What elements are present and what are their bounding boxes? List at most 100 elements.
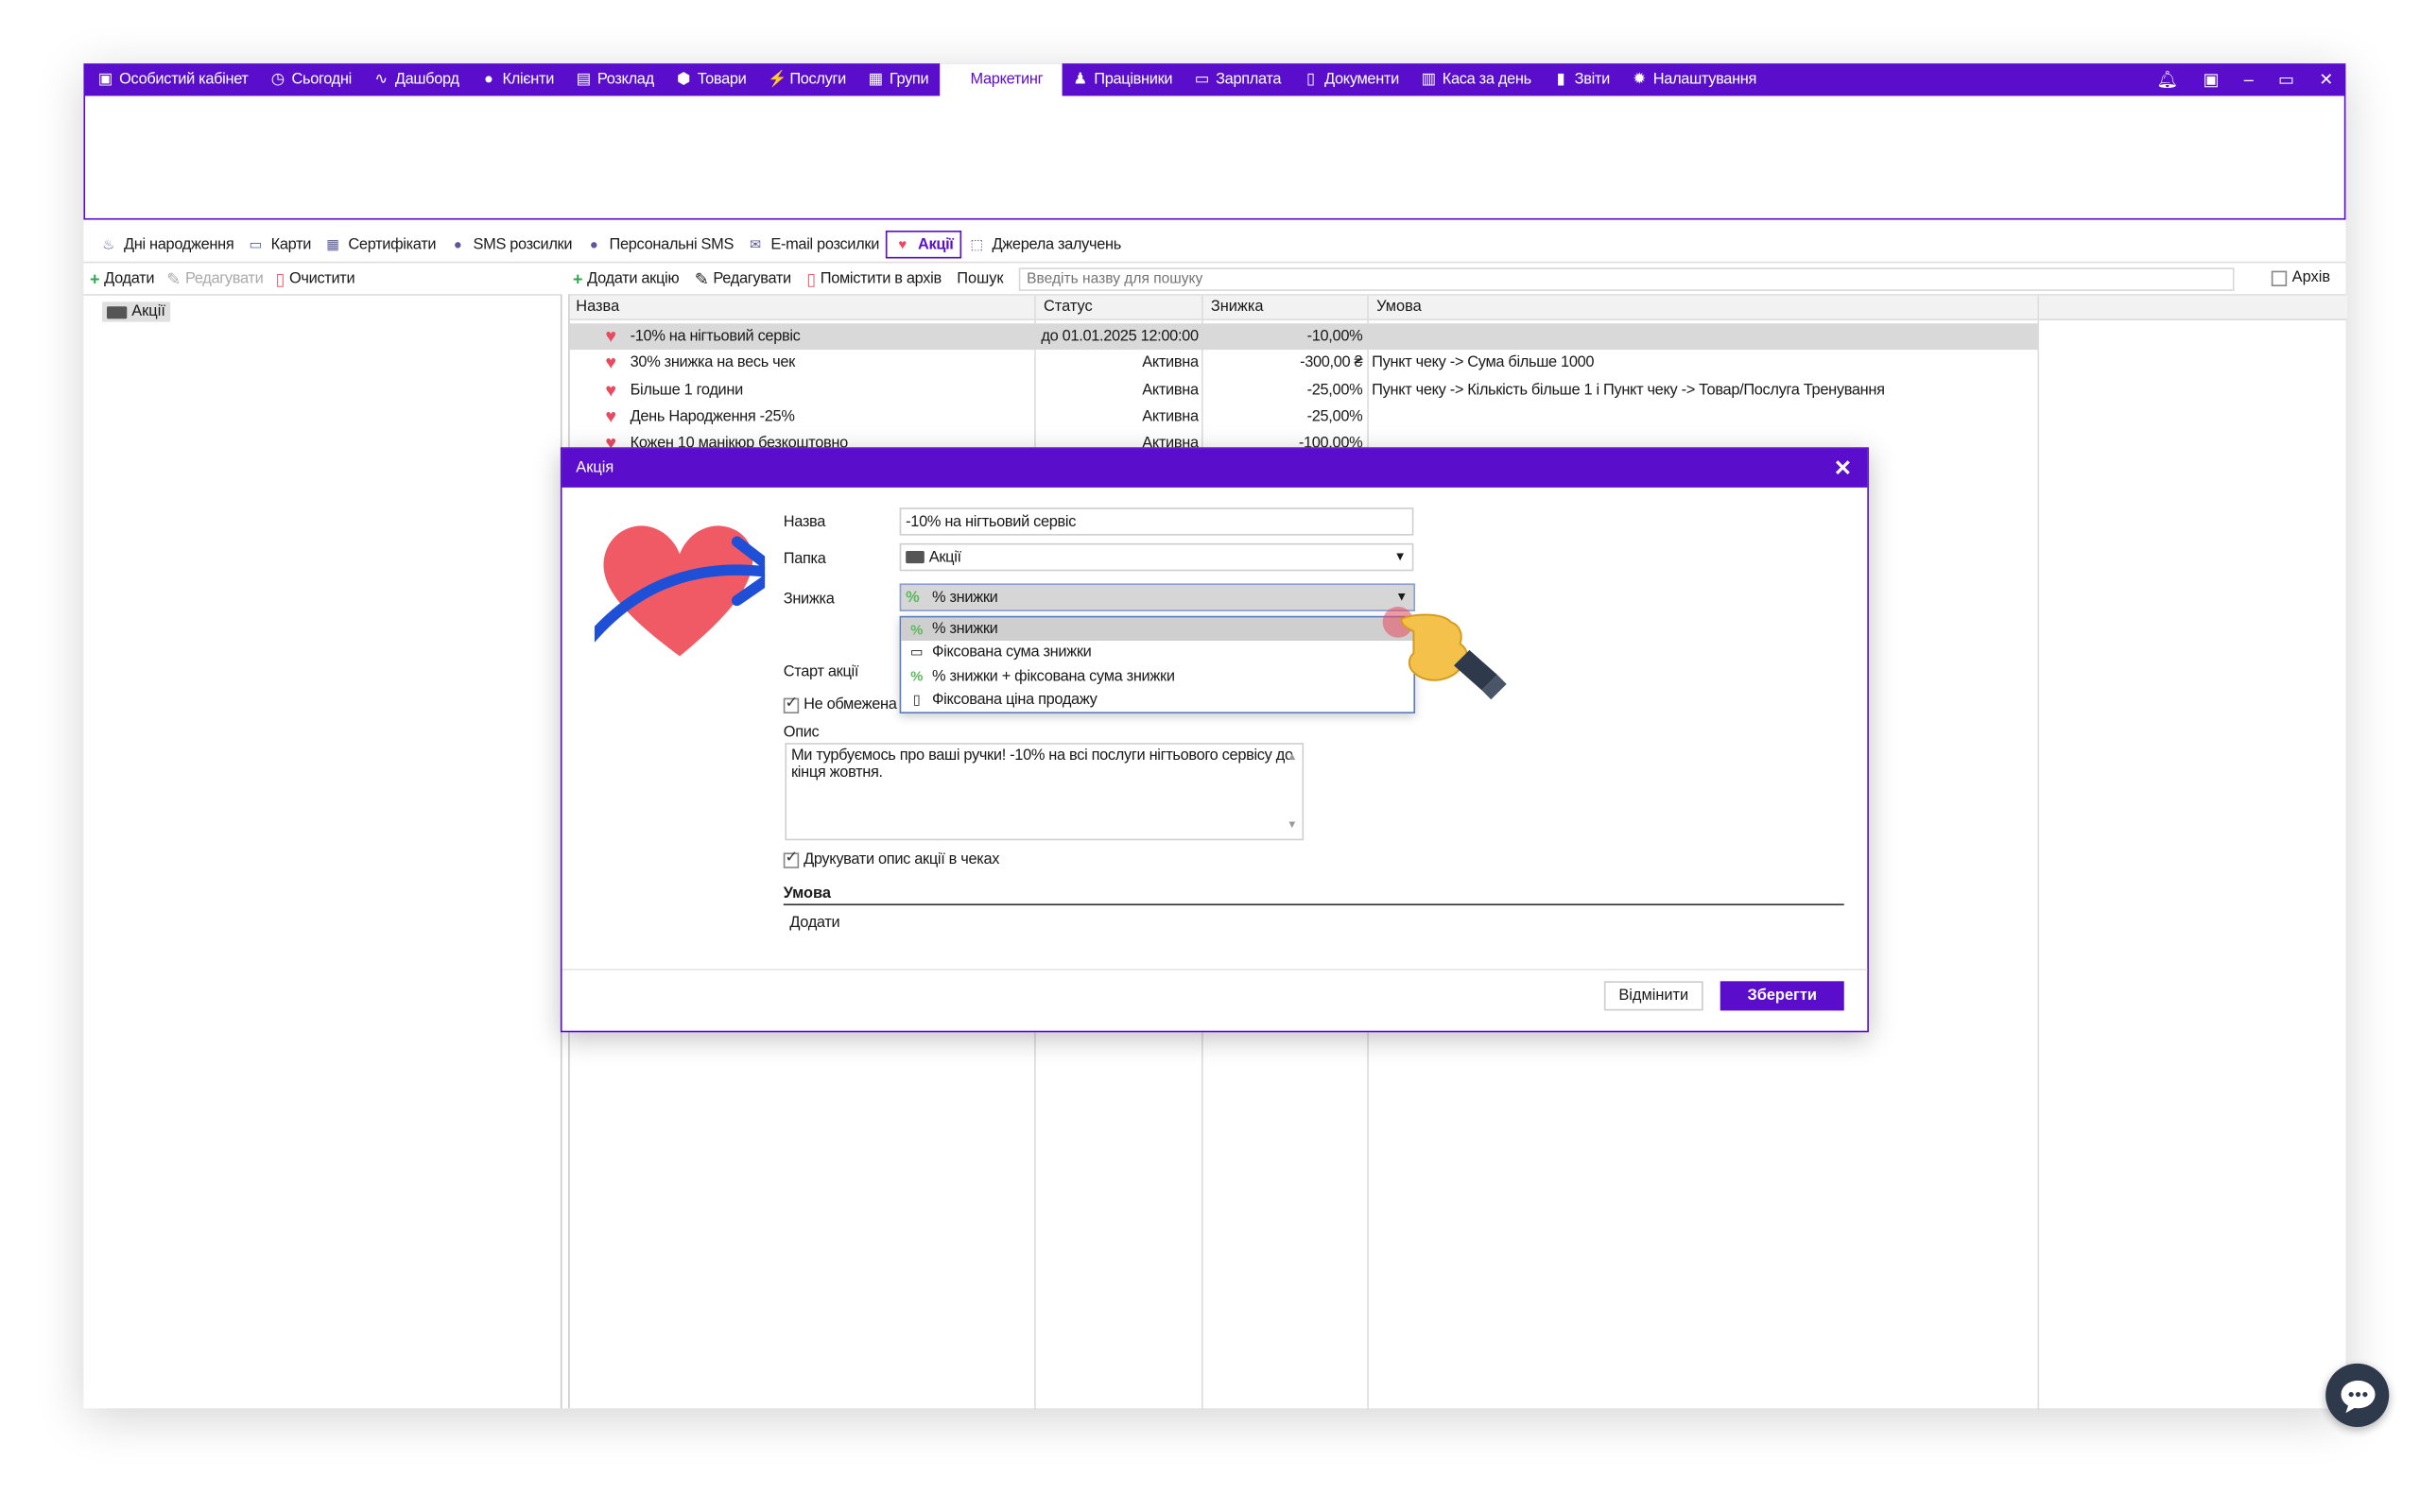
save-button[interactable]: Зберегти — [1720, 981, 1844, 1011]
dialog-close-icon[interactable]: ✕ — [1834, 455, 1852, 481]
table-row[interactable]: ♥ 30% знижка на весь чек Активна -300,00 ₴ П… — [570, 351, 2038, 377]
tab-7[interactable]: ⬚ Джерела залучень — [961, 231, 1128, 258]
chat-icon: ● — [453, 236, 462, 252]
print-description-checkbox[interactable]: Друкувати опис акції в чеках — [783, 849, 999, 868]
name-field[interactable]: -10% на нігтьовий сервіс — [899, 507, 1414, 536]
clear-button[interactable]: ▯ Очистити — [275, 271, 354, 288]
folder-label: Папка — [783, 551, 826, 569]
checkbox[interactable] — [783, 695, 800, 713]
checkbox[interactable] — [2272, 269, 2288, 286]
nav-item-10[interactable]: ▭ Зарплата — [1184, 63, 1292, 95]
nav-item-5[interactable]: ⬢ Товари — [665, 63, 757, 95]
nav-item-14[interactable]: ✹ Налаштування — [1620, 63, 1767, 95]
discount-label: Знижка — [783, 591, 835, 609]
dialog-title: Акція — [562, 448, 1868, 488]
chat-icon — [2340, 1380, 2375, 1413]
nav-item-9[interactable]: ♟ Працівники — [1062, 63, 1184, 95]
add-promo-button[interactable]: + Додати акцію — [573, 269, 680, 289]
discount-option[interactable]: ▯ Фіксована ціна продажу — [901, 689, 1413, 713]
column-name-header[interactable]: Назва — [576, 299, 619, 316]
table-row[interactable]: ♥ День Народження -25% Активна -25,00% — [570, 404, 2038, 430]
calculator-icon: ▥ — [1421, 70, 1436, 88]
card-icon: ▭ — [249, 236, 263, 252]
edit-promo-button[interactable]: ✎ Редагувати — [695, 271, 791, 288]
edit-folder-button[interactable]: ✎ Редагувати — [166, 271, 263, 288]
table-row[interactable]: ♥ Більше 1 години Активна -25,00% Пункт чеку… — [570, 377, 2038, 404]
cancel-button[interactable]: Відмінити — [1603, 981, 1703, 1011]
plus-icon: + — [573, 269, 583, 289]
archive-promo-button[interactable]: ▯ Помістити в архів — [806, 271, 942, 288]
discount-type-dropdown: %% знижки ▭ Фіксована сума знижки%% знижки… — [899, 615, 1416, 713]
nav-item-8[interactable]: Маркетинг — [939, 63, 1062, 96]
nav-item-0[interactable]: ▣ Особистий кабінет — [87, 63, 259, 95]
gear-icon: ✹ — [1633, 70, 1646, 88]
scrollbar[interactable]: ▲ ▼ — [1284, 746, 1301, 837]
folder-select[interactable]: Акції ▼ — [899, 542, 1414, 572]
nav-item-3[interactable]: ● Клієнти — [470, 63, 564, 95]
box-icon: ⬢ — [676, 70, 690, 88]
lock-icon[interactable]: ▣ — [2203, 70, 2219, 90]
nav-item-2[interactable]: ∿ Дашборд — [362, 63, 470, 95]
nav-item-11[interactable]: ▯ Документи — [1292, 63, 1410, 95]
tab-6[interactable]: ♥ Акції — [885, 231, 961, 259]
percent-icon: % — [910, 621, 924, 637]
chevron-down-icon: ▼ — [1393, 549, 1407, 564]
chat-widget-button[interactable] — [2325, 1363, 2390, 1427]
condition-section-title: Умова — [783, 885, 1844, 906]
checkbox[interactable] — [783, 849, 800, 868]
certificate-icon: ▦ — [326, 236, 339, 252]
discount-option[interactable]: %% знижки + фіксована сума знижки — [901, 665, 1413, 689]
nav-item-12[interactable]: ▥ Каса за день — [1409, 63, 1542, 95]
table-row[interactable]: ♥ -10% на нігтьовий сервіс до 01.01.2025 1… — [569, 323, 2038, 351]
tab-5[interactable]: ✉ E-mail розсилки — [740, 231, 886, 258]
bell-icon[interactable]: 🔔︎ — [2156, 70, 2178, 90]
source-icon: ⬚ — [970, 236, 983, 252]
cell-discount: -25,00% — [1306, 408, 1363, 426]
description-field[interactable]: Ми турбуємось про ваші ручки! -10% на вс… — [785, 743, 1305, 841]
nav-item-13[interactable]: ▮ Звіти — [1542, 63, 1620, 95]
heart-icon: ♥ — [605, 404, 616, 427]
tab-4[interactable]: ● Персональні SMS — [579, 231, 740, 258]
start-label: Старт акції — [783, 663, 859, 681]
table-header: Назва Статус Знижка Умова — [569, 295, 2348, 321]
nav-item-6[interactable]: ⚡ Послуги — [757, 63, 857, 95]
cell-discount: -300,00 ₴ — [1300, 354, 1363, 372]
search-label: Пошук — [957, 270, 1004, 288]
nav-item-1[interactable]: ◷ Сьогодні — [259, 63, 362, 95]
tab-3[interactable]: ● SMS розсилки — [442, 231, 579, 258]
column-discount-header[interactable]: Знижка — [1211, 299, 1264, 316]
name-label: Назва — [783, 513, 826, 531]
promo-toolbar: + Додати акцію ✎ Редагувати ▯ Помістити в а… — [573, 266, 2345, 293]
heart-icon: ♥ — [605, 352, 616, 374]
discount-option[interactable]: ▭ Фіксована сума знижки — [901, 641, 1413, 664]
cell-status: Активна — [1142, 381, 1199, 399]
nav-item-4[interactable]: ▤ Розклад — [565, 63, 666, 95]
group-icon: ▦ — [868, 70, 883, 88]
column-condition-header[interactable]: Умова — [1376, 299, 1422, 316]
restore-icon[interactable]: ▭ — [2278, 70, 2294, 90]
search-input[interactable] — [1018, 267, 2235, 291]
pencil-icon: ✎ — [166, 269, 182, 289]
tree-item-root[interactable]: Акції — [102, 301, 170, 322]
minimize-icon[interactable]: – — [2244, 71, 2254, 90]
cell-name: 30% знижка на весь чек — [630, 354, 796, 372]
cell-status: до 01.01.2025 12:00:00 — [1041, 328, 1199, 346]
bar-chart-icon: ▮ — [1556, 70, 1565, 88]
archive-checkbox[interactable]: Архів — [2272, 269, 2330, 286]
percent-icon: % — [906, 589, 920, 607]
folder-tree: Акції — [83, 294, 562, 1409]
column-status-header[interactable]: Статус — [1044, 299, 1093, 316]
folder-icon — [906, 551, 925, 564]
unlimited-checkbox[interactable]: Не обмежена — [783, 695, 897, 713]
nav-item-7[interactable]: ▦ Групи — [856, 63, 939, 95]
add-folder-button[interactable]: + Додати — [90, 271, 154, 288]
discount-type-select[interactable]: %% знижки ▼ — [899, 583, 1416, 611]
close-icon[interactable]: ✕ — [2319, 70, 2333, 90]
add-condition-link[interactable]: Додати — [789, 915, 839, 932]
tab-0[interactable]: ♨ Дні народження — [93, 231, 240, 258]
tab-2[interactable]: ▦ Сертифікати — [318, 231, 442, 258]
header-panel — [83, 95, 2346, 220]
cell-name: День Народження -25% — [630, 408, 795, 426]
tab-1[interactable]: ▭ Карти — [240, 231, 318, 258]
discount-option[interactable]: %% знижки — [901, 617, 1414, 642]
